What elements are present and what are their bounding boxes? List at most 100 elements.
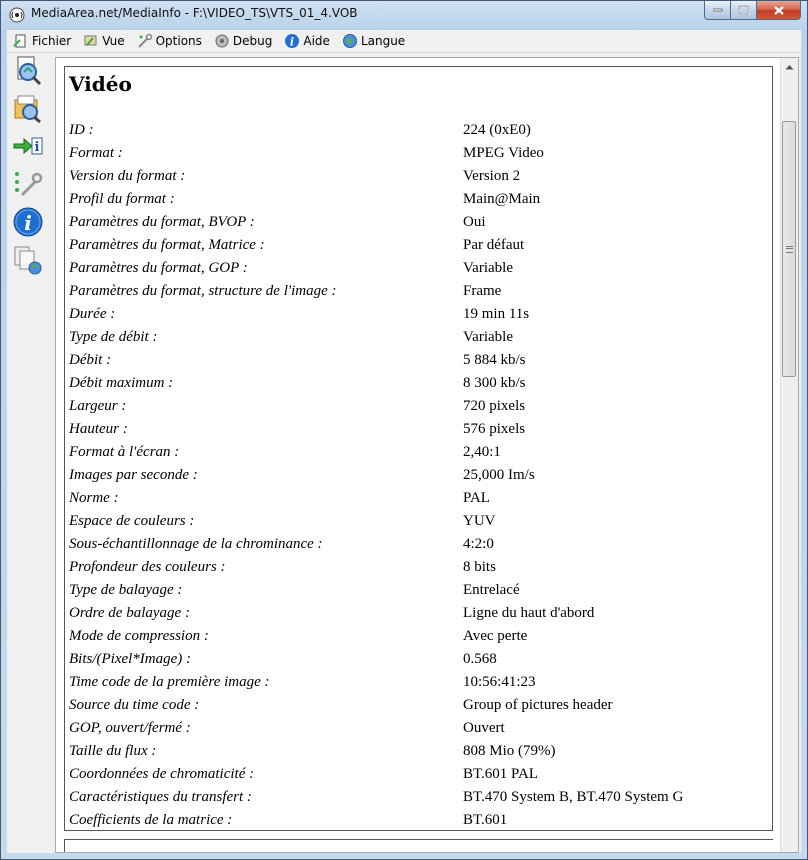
- info-value: Main@Main: [463, 191, 541, 207]
- toolbar-sidebar: i i: [7, 53, 51, 853]
- info-label: Type de débit :: [69, 329, 158, 345]
- info-row: Débit maximum : 8 300 kb/s: [69, 374, 759, 397]
- info-label: Source du time code :: [69, 697, 200, 713]
- menu-vue[interactable]: Vue: [83, 33, 125, 49]
- info-label: Débit :: [69, 352, 112, 368]
- menu-fichier[interactable]: Fichier: [13, 33, 71, 49]
- grip-icon: [785, 245, 793, 253]
- scroll-thumb[interactable]: [782, 121, 796, 377]
- info-value: Variable: [463, 329, 513, 345]
- info-label: Taille du flux :: [69, 743, 157, 759]
- menu-options[interactable]: Options: [137, 33, 202, 49]
- info-row: Format à l'écran : 2,40:1: [69, 443, 759, 466]
- info-label: Paramètres du format, Matrice :: [69, 237, 265, 253]
- info-value: Entrelacé: [463, 582, 520, 598]
- info-row: Ordre de balayage : Ligne du haut d'abord: [69, 604, 759, 627]
- knowledge-button[interactable]: [11, 243, 45, 277]
- info-row: Débit : 5 884 kb/s: [69, 351, 759, 374]
- menu-debug[interactable]: Debug: [214, 33, 272, 49]
- info-label: Mode de compression :: [69, 628, 209, 644]
- info-label: Paramètres du format, BVOP :: [69, 214, 255, 230]
- info-value: 8 300 kb/s: [463, 375, 526, 391]
- info-label: Version du format :: [69, 168, 186, 184]
- info-label: Paramètres du format, structure de l'ima…: [69, 283, 337, 299]
- section-title: Vidéo: [69, 72, 132, 96]
- info-row: Hauteur : 576 pixels: [69, 420, 759, 443]
- info-value: 224 (0xE0): [463, 122, 531, 138]
- info-value: Frame: [463, 283, 502, 299]
- menu-aide[interactable]: i Aide: [284, 33, 330, 49]
- info-value: 19 min 11s: [463, 306, 530, 322]
- scroll-up-button[interactable]: [781, 58, 797, 75]
- info-rows: ID : 224 (0xE0) Format : MPEG Video Version …: [69, 121, 759, 830]
- info-row: Paramètres du format, Matrice : Par défau…: [69, 236, 759, 259]
- info-row: Largeur : 720 pixels: [69, 397, 759, 420]
- knowledge-icon: [14, 246, 42, 275]
- info-value: MPEG Video: [463, 145, 544, 161]
- menu-aide-label: Aide: [303, 34, 330, 48]
- info-label: Coefficients de la matrice :: [69, 812, 233, 828]
- info-value: YUV: [463, 513, 496, 529]
- open-folder-icon: [14, 95, 41, 124]
- info-value: 5 884 kb/s: [463, 352, 526, 368]
- info-value: BT.470 System B, BT.470 System G: [463, 789, 684, 805]
- arrow-up-icon: [785, 64, 793, 69]
- info-value: 0.568: [463, 651, 497, 667]
- minimize-icon: [712, 8, 722, 12]
- info-label: Durée :: [69, 306, 116, 322]
- client-area: i i Vidéo ID : 224 (0xE0) Format : MPEG Vid…: [7, 53, 801, 853]
- video-section: Vidéo ID : 224 (0xE0) Format : MPEG Video Ve…: [64, 66, 773, 831]
- info-label: Hauteur :: [69, 421, 128, 437]
- info-row: Mode de compression : Avec perte: [69, 627, 759, 650]
- info-label: Images par seconde :: [69, 467, 198, 483]
- export-button[interactable]: i: [11, 129, 45, 163]
- info-row: Sous-échantillonnage de la chrominance :…: [69, 535, 759, 558]
- info-label: Format à l'écran :: [69, 444, 180, 460]
- info-row: Paramètres du format, BVOP : Oui: [69, 213, 759, 236]
- about-icon: i: [13, 207, 43, 237]
- info-row: Type de balayage : Entrelacé: [69, 581, 759, 604]
- help-icon: i: [284, 33, 300, 49]
- open-folder-button[interactable]: [11, 91, 45, 125]
- info-label: Profil du format :: [69, 191, 175, 207]
- info-value: BT.601 PAL: [463, 766, 539, 782]
- caption-buttons: [704, 1, 801, 21]
- about-button[interactable]: i: [11, 205, 45, 239]
- language-icon: [342, 33, 358, 49]
- options-icon: [137, 33, 153, 49]
- info-value: Ouvert: [463, 720, 505, 736]
- menu-vue-label: Vue: [102, 34, 125, 48]
- close-button[interactable]: [757, 1, 801, 20]
- maximize-button[interactable]: [731, 1, 757, 20]
- info-label: Espace de couleurs :: [69, 513, 195, 529]
- open-file-button[interactable]: [11, 53, 45, 87]
- preferences-button[interactable]: [11, 167, 45, 201]
- app-icon: [9, 7, 25, 23]
- close-icon: [773, 5, 784, 15]
- info-row: Taille du flux : 808 Mio (79%): [69, 742, 759, 765]
- menu-langue[interactable]: Langue: [342, 33, 405, 49]
- info-row: Durée : 19 min 11s: [69, 305, 759, 328]
- info-view[interactable]: Vidéo ID : 224 (0xE0) Format : MPEG Video Ve…: [55, 57, 799, 853]
- info-label: GOP, ouvert/fermé :: [69, 720, 191, 736]
- info-row: Images par seconde : 25,000 Im/s: [69, 466, 759, 489]
- info-value: 8 bits: [463, 559, 496, 575]
- info-label: Profondeur des couleurs :: [69, 559, 226, 575]
- vertical-scrollbar[interactable]: [780, 58, 798, 852]
- info-value: Variable: [463, 260, 513, 276]
- info-label: Time code de la première image :: [69, 674, 270, 690]
- info-value: Oui: [463, 214, 486, 230]
- menu-langue-label: Langue: [360, 34, 406, 48]
- menu-fichier-label: Fichier: [32, 34, 72, 48]
- title-bar[interactable]: MediaArea.net/MediaInfo - F:\VIDEO_TS\VT…: [1, 1, 807, 29]
- info-value: 25,000 Im/s: [463, 467, 535, 483]
- maximize-icon: [738, 5, 749, 15]
- open-file-icon: [17, 56, 42, 86]
- info-label: Format :: [69, 145, 123, 161]
- info-label: Ordre de balayage :: [69, 605, 190, 621]
- info-label: Coordonnées de chromaticité :: [69, 766, 255, 782]
- next-section: [64, 839, 773, 852]
- minimize-button[interactable]: [704, 1, 731, 20]
- info-value: 2,40:1: [463, 444, 501, 460]
- info-row: Type de débit : Variable: [69, 328, 759, 351]
